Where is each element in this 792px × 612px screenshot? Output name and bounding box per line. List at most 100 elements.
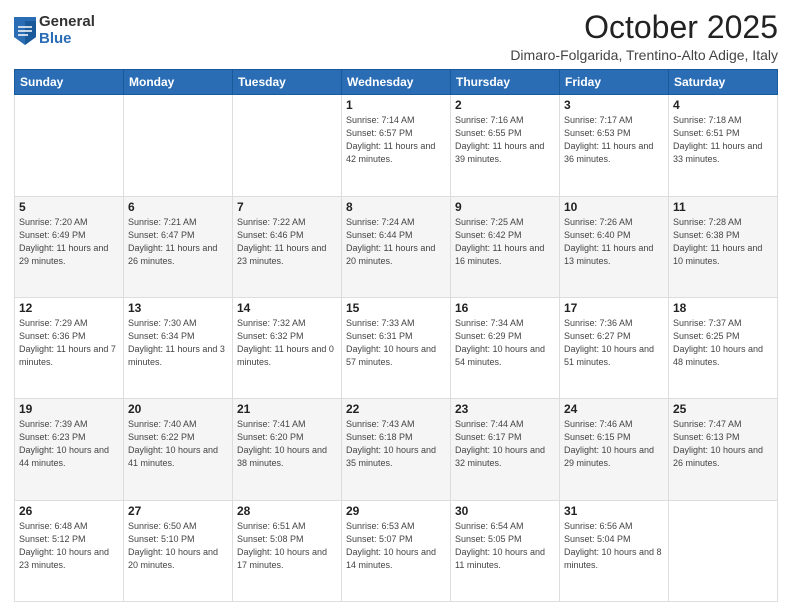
- logo: General Blue: [14, 14, 95, 47]
- calendar-week-row: 5 Sunrise: 7:20 AM Sunset: 6:49 PM Daylig…: [15, 196, 778, 297]
- day-info: Sunrise: 7:21 AM Sunset: 6:47 PM Dayligh…: [128, 216, 228, 268]
- day-number: 21: [237, 402, 337, 416]
- day-number: 14: [237, 301, 337, 315]
- col-friday: Friday: [560, 70, 669, 95]
- table-row: [233, 95, 342, 196]
- day-info: Sunrise: 7:16 AM Sunset: 6:55 PM Dayligh…: [455, 114, 555, 166]
- header-right: October 2025 Dimaro-Folgarida, Trentino-…: [510, 10, 778, 63]
- day-info: Sunrise: 7:41 AM Sunset: 6:20 PM Dayligh…: [237, 418, 337, 470]
- day-info: Sunrise: 7:26 AM Sunset: 6:40 PM Dayligh…: [564, 216, 664, 268]
- day-info: Sunrise: 7:17 AM Sunset: 6:53 PM Dayligh…: [564, 114, 664, 166]
- table-row: 13Sunrise: 7:30 AM Sunset: 6:34 PM Dayli…: [124, 297, 233, 398]
- day-number: 9: [455, 200, 555, 214]
- day-info: Sunrise: 6:53 AM Sunset: 5:07 PM Dayligh…: [346, 520, 446, 572]
- table-row: 4Sunrise: 7:18 AM Sunset: 6:51 PM Daylig…: [669, 95, 778, 196]
- day-number: 17: [564, 301, 664, 315]
- table-row: [669, 500, 778, 601]
- table-row: 28Sunrise: 6:51 AM Sunset: 5:08 PM Dayli…: [233, 500, 342, 601]
- day-number: 7: [237, 200, 337, 214]
- day-number: 3: [564, 98, 664, 112]
- day-number: 20: [128, 402, 228, 416]
- col-wednesday: Wednesday: [342, 70, 451, 95]
- day-number: 18: [673, 301, 773, 315]
- day-info: Sunrise: 7:44 AM Sunset: 6:17 PM Dayligh…: [455, 418, 555, 470]
- day-number: 27: [128, 504, 228, 518]
- day-number: 29: [346, 504, 446, 518]
- calendar-week-row: 26 Sunrise: 6:48 AM Sunset: 5:12 PM Dayli…: [15, 500, 778, 601]
- logo-general-text: General: [39, 14, 95, 31]
- table-row: 18 Sunrise: 7:37 AM Sunset: 6:25 PM Dayli…: [669, 297, 778, 398]
- table-row: [15, 95, 124, 196]
- table-row: 26 Sunrise: 6:48 AM Sunset: 5:12 PM Dayli…: [15, 500, 124, 601]
- table-row: 2Sunrise: 7:16 AM Sunset: 6:55 PM Daylig…: [451, 95, 560, 196]
- table-row: 5 Sunrise: 7:20 AM Sunset: 6:49 PM Daylig…: [15, 196, 124, 297]
- day-info: Sunrise: 7:33 AM Sunset: 6:31 PM Dayligh…: [346, 317, 446, 369]
- table-row: [124, 95, 233, 196]
- day-info: Sunrise: 6:48 AM Sunset: 5:12 PM Dayligh…: [19, 520, 119, 572]
- table-row: 29 Sunrise: 6:53 AM Sunset: 5:07 PM Dayli…: [342, 500, 451, 601]
- day-number: 1: [346, 98, 446, 112]
- day-info: Sunrise: 7:25 AM Sunset: 6:42 PM Dayligh…: [455, 216, 555, 268]
- table-row: 22Sunrise: 7:43 AM Sunset: 6:18 PM Dayli…: [342, 399, 451, 500]
- day-info: Sunrise: 6:54 AM Sunset: 5:05 PM Dayligh…: [455, 520, 555, 572]
- day-number: 23: [455, 402, 555, 416]
- location: Dimaro-Folgarida, Trentino-Alto Adige, I…: [510, 47, 778, 63]
- day-info: Sunrise: 7:14 AM Sunset: 6:57 PM Dayligh…: [346, 114, 446, 166]
- day-info: Sunrise: 7:46 AM Sunset: 6:15 PM Dayligh…: [564, 418, 664, 470]
- table-row: 21 Sunrise: 7:41 AM Sunset: 6:20 PM Dayli…: [233, 399, 342, 500]
- table-row: 3 Sunrise: 7:17 AM Sunset: 6:53 PM Daylig…: [560, 95, 669, 196]
- day-number: 30: [455, 504, 555, 518]
- day-number: 5: [19, 200, 119, 214]
- day-number: 24: [564, 402, 664, 416]
- logo-blue-text: Blue: [39, 31, 95, 48]
- table-row: 19Sunrise: 7:39 AM Sunset: 6:23 PM Dayli…: [15, 399, 124, 500]
- day-number: 12: [19, 301, 119, 315]
- day-number: 4: [673, 98, 773, 112]
- day-number: 26: [19, 504, 119, 518]
- day-info: Sunrise: 7:40 AM Sunset: 6:22 PM Dayligh…: [128, 418, 228, 470]
- page: General Blue October 2025 Dimaro-Folgari…: [0, 0, 792, 612]
- day-info: Sunrise: 7:24 AM Sunset: 6:44 PM Dayligh…: [346, 216, 446, 268]
- day-info: Sunrise: 7:32 AM Sunset: 6:32 PM Dayligh…: [237, 317, 337, 369]
- col-monday: Monday: [124, 70, 233, 95]
- day-number: 11: [673, 200, 773, 214]
- table-row: 10Sunrise: 7:26 AM Sunset: 6:40 PM Dayli…: [560, 196, 669, 297]
- day-number: 28: [237, 504, 337, 518]
- table-row: 14 Sunrise: 7:32 AM Sunset: 6:32 PM Dayli…: [233, 297, 342, 398]
- col-sunday: Sunday: [15, 70, 124, 95]
- day-number: 8: [346, 200, 446, 214]
- logo-text: General Blue: [39, 14, 95, 47]
- calendar-week-row: 19Sunrise: 7:39 AM Sunset: 6:23 PM Dayli…: [15, 399, 778, 500]
- calendar-header-row: Sunday Monday Tuesday Wednesday Thursday…: [15, 70, 778, 95]
- calendar-week-row: 1 Sunrise: 7:14 AM Sunset: 6:57 PM Daylig…: [15, 95, 778, 196]
- table-row: 7Sunrise: 7:22 AM Sunset: 6:46 PM Daylig…: [233, 196, 342, 297]
- table-row: 20 Sunrise: 7:40 AM Sunset: 6:22 PM Dayli…: [124, 399, 233, 500]
- day-info: Sunrise: 6:50 AM Sunset: 5:10 PM Dayligh…: [128, 520, 228, 572]
- table-row: 24 Sunrise: 7:46 AM Sunset: 6:15 PM Dayli…: [560, 399, 669, 500]
- day-info: Sunrise: 6:56 AM Sunset: 5:04 PM Dayligh…: [564, 520, 664, 572]
- day-number: 15: [346, 301, 446, 315]
- logo-icon: [14, 17, 36, 45]
- table-row: 12 Sunrise: 7:29 AM Sunset: 6:36 PM Dayli…: [15, 297, 124, 398]
- header: General Blue October 2025 Dimaro-Folgari…: [14, 10, 778, 63]
- day-info: Sunrise: 7:30 AM Sunset: 6:34 PM Dayligh…: [128, 317, 228, 369]
- day-info: Sunrise: 7:20 AM Sunset: 6:49 PM Dayligh…: [19, 216, 119, 268]
- table-row: 1 Sunrise: 7:14 AM Sunset: 6:57 PM Daylig…: [342, 95, 451, 196]
- col-saturday: Saturday: [669, 70, 778, 95]
- table-row: 27 Sunrise: 6:50 AM Sunset: 5:10 PM Dayli…: [124, 500, 233, 601]
- table-row: 23 Sunrise: 7:44 AM Sunset: 6:17 PM Dayli…: [451, 399, 560, 500]
- table-row: 6 Sunrise: 7:21 AM Sunset: 6:47 PM Daylig…: [124, 196, 233, 297]
- day-info: Sunrise: 7:47 AM Sunset: 6:13 PM Dayligh…: [673, 418, 773, 470]
- calendar-table: Sunday Monday Tuesday Wednesday Thursday…: [14, 69, 778, 602]
- table-row: 15 Sunrise: 7:33 AM Sunset: 6:31 PM Dayli…: [342, 297, 451, 398]
- day-number: 16: [455, 301, 555, 315]
- day-number: 6: [128, 200, 228, 214]
- day-info: Sunrise: 7:39 AM Sunset: 6:23 PM Dayligh…: [19, 418, 119, 470]
- table-row: 11Sunrise: 7:28 AM Sunset: 6:38 PM Dayli…: [669, 196, 778, 297]
- day-info: Sunrise: 7:36 AM Sunset: 6:27 PM Dayligh…: [564, 317, 664, 369]
- table-row: 17 Sunrise: 7:36 AM Sunset: 6:27 PM Dayli…: [560, 297, 669, 398]
- day-info: Sunrise: 7:29 AM Sunset: 6:36 PM Dayligh…: [19, 317, 119, 369]
- day-info: Sunrise: 7:43 AM Sunset: 6:18 PM Dayligh…: [346, 418, 446, 470]
- day-info: Sunrise: 7:37 AM Sunset: 6:25 PM Dayligh…: [673, 317, 773, 369]
- day-number: 31: [564, 504, 664, 518]
